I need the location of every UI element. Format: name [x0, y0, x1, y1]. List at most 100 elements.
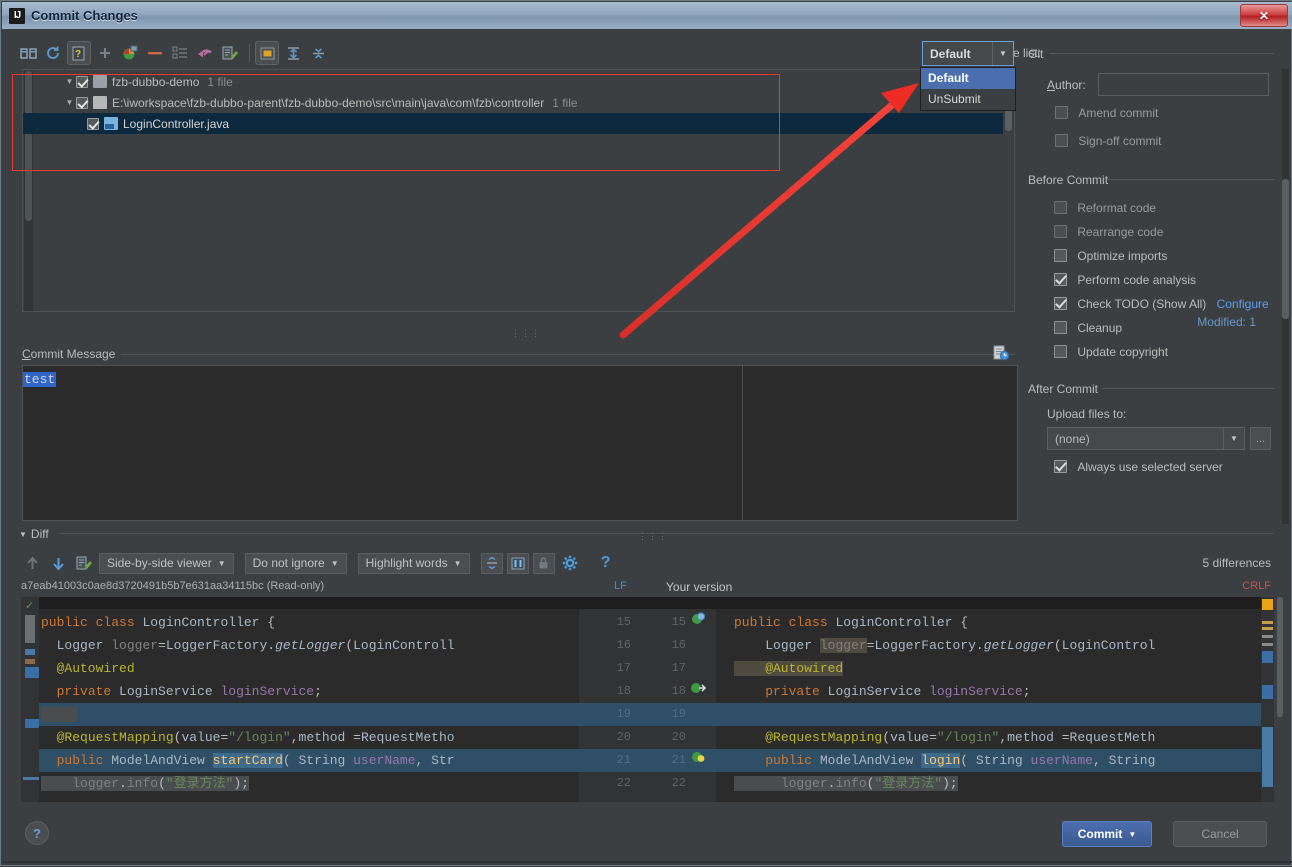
directory-row[interactable]: ▼ E:\iworkspace\fzb-dubbo-parent\fzb-dub… [34, 92, 1003, 113]
toolbar-separator [249, 44, 250, 62]
show-diff-icon[interactable] [17, 42, 39, 64]
file-row[interactable]: LoginController.java [23, 113, 1003, 134]
commit-button-label: Commit [1077, 827, 1123, 841]
diff-vertical-scrollbar[interactable] [1276, 597, 1284, 802]
configure-link[interactable]: Configure [1217, 297, 1269, 311]
cleanup-checkbox[interactable]: Cleanup [1054, 321, 1122, 335]
diff-section-header[interactable]: ▼ Diff [19, 527, 49, 541]
checkbox-box[interactable] [1054, 273, 1067, 286]
checkbox-box[interactable] [1054, 460, 1067, 473]
checkbox-box[interactable] [1054, 225, 1067, 238]
checkbox-box[interactable] [1054, 201, 1067, 214]
rollback-icon[interactable] [194, 42, 216, 64]
commit-button[interactable]: Commit ▼ [1062, 821, 1152, 847]
edit-source-icon[interactable] [219, 42, 241, 64]
ignore-policy-dropdown[interactable]: Do not ignore ▼ [244, 552, 347, 574]
row-checkbox[interactable] [87, 117, 99, 130]
sign-off-commit-label: Sign-off commit [1078, 134, 1162, 148]
line-number-pair: 21 21 [579, 749, 716, 772]
next-difference-icon[interactable] [47, 553, 69, 574]
update-copyright-checkbox[interactable]: Update copyright [1054, 345, 1168, 359]
checkbox-box[interactable] [1054, 321, 1067, 334]
chevron-down-icon[interactable]: ▼ [992, 42, 1013, 65]
right-diff-editor[interactable]: public class LoginController { Logger lo… [716, 597, 1261, 802]
chevron-down-icon[interactable]: ▼ [1223, 428, 1244, 449]
checkbox-box[interactable] [1054, 297, 1067, 310]
code-line: public class LoginController { [41, 615, 276, 630]
java-file-icon [104, 117, 118, 130]
line-number-pair: 17 17 [616, 661, 686, 675]
diff-line-number-gutter: 15 15 16 16 17 17 18 18 19 19 20 20 21 2… [579, 597, 716, 802]
close-icon[interactable]: ✕ [1240, 4, 1288, 27]
row-checkbox[interactable] [76, 75, 88, 88]
lock-icon[interactable] [532, 552, 555, 574]
changelist-root-row[interactable]: ▼ fzb-dubbo-demo 1 file [34, 71, 1003, 92]
optimize-imports-checkbox[interactable]: Optimize imports [1054, 249, 1167, 263]
collapse-unchanged-icon[interactable] [480, 552, 503, 574]
always-use-server-checkbox[interactable]: Always use selected server [1054, 460, 1223, 474]
line-number-pair: 15 15 [579, 611, 716, 634]
always-use-server-label: Always use selected server [1077, 460, 1223, 474]
chevron-down-icon[interactable]: ▼ [19, 530, 27, 539]
viewer-mode-label: Side-by-side viewer [107, 556, 212, 570]
perform-code-analysis-checkbox[interactable]: Perform code analysis [1054, 273, 1196, 287]
changelist-combobox[interactable]: Default ▼ [922, 41, 1014, 66]
right-panel-scrollbar[interactable] [1282, 69, 1289, 524]
commit-message-history-icon[interactable] [993, 345, 1010, 361]
svg-text:?: ? [74, 49, 80, 60]
tree-splitter-handle[interactable]: ⋮⋮⋮ [511, 329, 540, 338]
show-diff-preview-icon[interactable]: ? [67, 41, 91, 65]
refresh-icon[interactable] [42, 42, 64, 64]
checkbox-box[interactable] [1054, 345, 1067, 358]
sign-off-commit-checkbox[interactable]: Sign-off commit [1055, 134, 1161, 148]
move-to-changelist-icon[interactable] [169, 42, 191, 64]
upload-files-combobox[interactable]: (none) ▼ [1047, 427, 1245, 450]
browse-server-button[interactable]: ... [1250, 427, 1271, 450]
amend-commit-checkbox[interactable]: Amend commit [1055, 106, 1158, 120]
tree-left-scrollbar[interactable] [24, 71, 33, 311]
author-field[interactable] [1098, 73, 1269, 96]
diff-splitter-handle[interactable]: ⋮⋮⋮ [638, 531, 668, 542]
highlight-policy-dropdown[interactable]: Highlight words ▼ [357, 552, 470, 574]
changelist-dropdown-menu[interactable]: Default UnSubmit [920, 67, 1016, 111]
code-line-modified: public ModelAndView login( String userNa… [716, 749, 1261, 772]
left-diff-editor[interactable]: public class LoginController { Logger lo… [39, 597, 579, 802]
checkbox-box[interactable] [1055, 106, 1068, 119]
checkbox-box[interactable] [1054, 249, 1067, 262]
revert-changes-icon[interactable] [119, 42, 141, 64]
left-line-ending-label[interactable]: LF [614, 580, 627, 592]
changes-tree[interactable]: ▼ fzb-dubbo-demo 1 file ▼ E:\iworkspace\… [22, 69, 1015, 312]
viewer-mode-dropdown[interactable]: Side-by-side viewer ▼ [99, 552, 234, 574]
help-button[interactable]: ? [25, 821, 49, 845]
previous-difference-icon[interactable] [21, 553, 43, 574]
collapsed-region-marker[interactable] [39, 597, 579, 609]
commit-message-input[interactable] [22, 365, 1018, 521]
chevron-down-icon[interactable]: ▼ [63, 77, 76, 86]
right-line-ending-label[interactable]: CRLF [1242, 580, 1271, 592]
gear-icon[interactable] [559, 553, 581, 574]
row-checkbox[interactable] [76, 96, 88, 109]
chevron-down-icon[interactable]: ▼ [63, 98, 76, 107]
help-question-icon[interactable]: ? [595, 553, 617, 574]
reformat-code-checkbox[interactable]: Reformat code [1054, 201, 1156, 215]
cancel-button[interactable]: Cancel [1173, 821, 1267, 847]
ignore-policy-label: Do not ignore [252, 556, 325, 570]
code-line: private LoginService loginService; [765, 684, 1031, 699]
add-icon[interactable] [94, 42, 116, 64]
group-by-directory-icon[interactable] [255, 41, 279, 65]
left-diff-gutter[interactable]: ✓ [21, 597, 39, 802]
diff-error-stripe[interactable] [1261, 597, 1274, 802]
open-in-editor-icon[interactable] [73, 553, 95, 574]
git-section-title: Git [1028, 47, 1044, 61]
expand-all-icon[interactable] [282, 42, 304, 64]
chevron-down-icon[interactable]: ▼ [1128, 830, 1136, 839]
show-whitespace-icon[interactable] [506, 552, 529, 574]
changelist-option-unsubmit[interactable]: UnSubmit [921, 89, 1015, 110]
changelist-option-default[interactable]: Default [921, 68, 1015, 89]
rearrange-code-checkbox[interactable]: Rearrange code [1054, 225, 1163, 239]
check-todo-checkbox[interactable]: Check TODO (Show All) Configure [1054, 297, 1269, 311]
diff-toolbar: Side-by-side viewer ▼ Do not ignore ▼ High… [21, 551, 621, 575]
collapse-all-icon[interactable] [307, 42, 329, 64]
checkbox-box[interactable] [1055, 134, 1068, 147]
delete-icon[interactable] [144, 42, 166, 64]
